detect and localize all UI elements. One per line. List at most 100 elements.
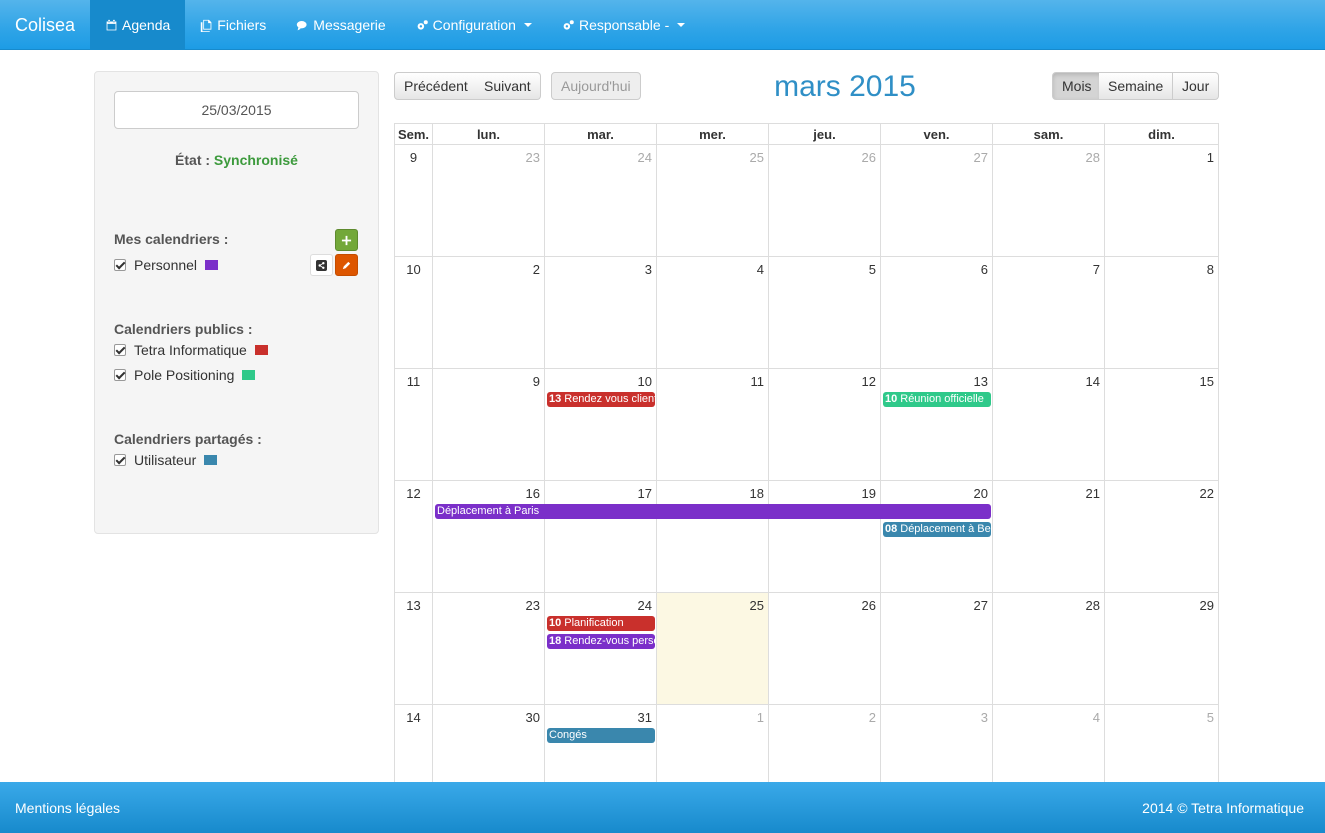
day-cell[interactable]: 25 bbox=[657, 145, 769, 257]
day-cell[interactable]: 7 bbox=[993, 257, 1105, 369]
day-cell[interactable]: 5 bbox=[769, 257, 881, 369]
day-cell[interactable]: 15 bbox=[1105, 369, 1219, 481]
calendar-item-personnel[interactable]: Personnel bbox=[114, 256, 219, 274]
day-cell[interactable]: 24 bbox=[545, 145, 657, 257]
day-cell[interactable]: 23 bbox=[433, 145, 545, 257]
brand-logo[interactable]: Colisea bbox=[15, 0, 75, 50]
day-number: 2 bbox=[532, 262, 540, 277]
calendar-event[interactable]: Déplacement à Paris bbox=[435, 504, 991, 519]
today-button[interactable]: Aujourd'hui bbox=[551, 72, 641, 100]
calendar-checkbox[interactable] bbox=[114, 369, 126, 381]
nav-configuration-label: Configuration bbox=[432, 17, 516, 33]
calendar-event[interactable]: 13 Rendez vous client bbox=[547, 392, 655, 407]
day-cell[interactable]: 29 bbox=[1105, 593, 1219, 705]
calendar-checkbox[interactable] bbox=[114, 454, 126, 466]
event-title: Réunion officielle bbox=[900, 393, 984, 405]
day-cell[interactable]: 2 bbox=[769, 705, 881, 783]
add-calendar-button[interactable] bbox=[335, 229, 358, 251]
day-cell[interactable]: 13 bbox=[881, 369, 993, 481]
month-grid: Sem. lun. mar. mer. jeu. ven. sam. dim. 9 23 24 25 2… bbox=[394, 123, 1219, 783]
calendar-item-tetra[interactable]: Tetra Informatique bbox=[114, 341, 268, 359]
day-cell[interactable]: 24 bbox=[545, 593, 657, 705]
day-cell[interactable]: 22 bbox=[1105, 481, 1219, 593]
day-cell[interactable]: 28 bbox=[993, 593, 1105, 705]
day-cell[interactable]: 3 bbox=[545, 257, 657, 369]
day-number: 4 bbox=[756, 262, 764, 277]
day-cell[interactable]: 20 bbox=[881, 481, 993, 593]
chevron-down-icon bbox=[523, 23, 532, 27]
day-cell[interactable]: 4 bbox=[657, 257, 769, 369]
day-number: 6 bbox=[980, 262, 988, 277]
day-number: 16 bbox=[525, 486, 540, 501]
week-number-cell: 14 bbox=[395, 705, 433, 783]
nav-responsable[interactable]: Responsable - bbox=[547, 0, 700, 50]
day-cell[interactable]: 8 bbox=[1105, 257, 1219, 369]
day-cell[interactable]: 26 bbox=[769, 145, 881, 257]
day-cell[interactable]: 21 bbox=[993, 481, 1105, 593]
calendar-event[interactable]: 10 Planification bbox=[547, 616, 655, 631]
event-title: Rendez vous client bbox=[564, 393, 655, 405]
week-number-cell: 11 bbox=[395, 369, 433, 481]
nav-configuration[interactable]: Configuration bbox=[401, 0, 547, 50]
calendar-event[interactable]: 10 Réunion officielle bbox=[883, 392, 991, 407]
day-cell[interactable]: 14 bbox=[993, 369, 1105, 481]
day-cell[interactable]: 19 bbox=[769, 481, 881, 593]
day-cell[interactable]: 26 bbox=[769, 593, 881, 705]
day-number: 5 bbox=[868, 262, 876, 277]
day-cell[interactable]: 27 bbox=[881, 593, 993, 705]
day-cell[interactable]: 31 bbox=[545, 705, 657, 783]
day-number: 19 bbox=[861, 486, 876, 501]
day-cell[interactable]: 18 bbox=[657, 481, 769, 593]
day-cell[interactable]: 28 bbox=[993, 145, 1105, 257]
calendar-checkbox[interactable] bbox=[114, 344, 126, 356]
cogs-icon bbox=[563, 19, 574, 30]
week-number: 10 bbox=[406, 262, 421, 277]
day-cell[interactable]: 30 bbox=[433, 705, 545, 783]
calendar-checkbox[interactable] bbox=[114, 259, 126, 271]
day-cell[interactable]: 5 bbox=[1105, 705, 1219, 783]
nav-agenda[interactable]: Agenda bbox=[90, 0, 186, 50]
day-cell[interactable]: 6 bbox=[881, 257, 993, 369]
prev-button[interactable]: Précédent bbox=[394, 72, 478, 100]
public-calendars-title: Calendriers publics : bbox=[114, 321, 253, 337]
nav-fichiers[interactable]: Fichiers bbox=[185, 0, 281, 50]
day-cell[interactable]: 27 bbox=[881, 145, 993, 257]
day-cell[interactable]: 12 bbox=[769, 369, 881, 481]
day-cell[interactable]: 23 bbox=[433, 593, 545, 705]
day-cell[interactable]: 9 bbox=[433, 369, 545, 481]
calendar-icon bbox=[106, 19, 117, 30]
day-cell[interactable]: 2 bbox=[433, 257, 545, 369]
day-number: 24 bbox=[637, 150, 652, 165]
share-calendar-button[interactable] bbox=[310, 254, 333, 276]
day-number: 8 bbox=[1206, 262, 1214, 277]
view-day-button[interactable]: Jour bbox=[1173, 72, 1220, 100]
day-cell[interactable]: 17 bbox=[545, 481, 657, 593]
day-cell[interactable]: 1 bbox=[657, 705, 769, 783]
day-number: 17 bbox=[637, 486, 652, 501]
calendar-item-utilisateur[interactable]: Utilisateur bbox=[114, 451, 218, 469]
day-cell[interactable]: 3 bbox=[881, 705, 993, 783]
day-cell[interactable]: 10 bbox=[545, 369, 657, 481]
event-time: 10 bbox=[885, 393, 898, 405]
calendar-item-pole[interactable]: Pole Positioning bbox=[114, 366, 256, 384]
day-number: 4 bbox=[1092, 710, 1100, 725]
day-cell[interactable]: 1 bbox=[1105, 145, 1219, 257]
day-number: 9 bbox=[532, 374, 540, 389]
event-title: Planification bbox=[564, 617, 624, 629]
calendar-event[interactable]: 18Rendez-vous personnel bbox=[547, 634, 655, 649]
day-cell[interactable]: 4 bbox=[993, 705, 1105, 783]
day-column-header: lun. bbox=[433, 124, 545, 145]
date-field[interactable] bbox=[114, 91, 359, 129]
calendar-event[interactable]: 08Déplacement à Berlin bbox=[883, 522, 991, 537]
view-month-button[interactable]: Mois bbox=[1052, 72, 1102, 100]
day-number: 27 bbox=[973, 150, 988, 165]
next-button[interactable]: Suivant bbox=[475, 72, 541, 100]
day-cell[interactable]: 11 bbox=[657, 369, 769, 481]
calendar-event[interactable]: Congés bbox=[547, 728, 655, 743]
view-week-button[interactable]: Semaine bbox=[1099, 72, 1174, 100]
nav-messagerie[interactable]: Messagerie bbox=[281, 0, 400, 50]
legal-link[interactable]: Mentions légales bbox=[15, 800, 120, 816]
edit-calendar-button[interactable] bbox=[335, 254, 358, 276]
day-cell-today[interactable]: 25 bbox=[657, 593, 769, 705]
day-cell[interactable]: 16 bbox=[433, 481, 545, 593]
